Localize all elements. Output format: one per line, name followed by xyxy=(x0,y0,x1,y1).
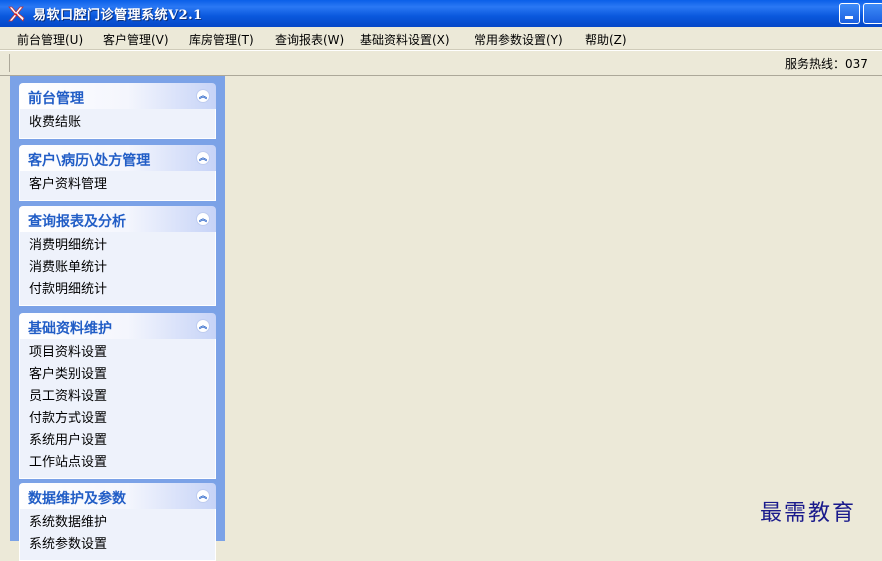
menu-basic-data[interactable]: 基础资料设置(X) xyxy=(360,30,450,49)
minimize-button[interactable] xyxy=(839,3,860,24)
panel-data-maintenance: 数据维护及参数 ︽ 系统数据维护 系统参数设置 xyxy=(19,483,216,561)
panel-title: 客户\病历\处方管理 xyxy=(28,153,151,169)
panel-basic-data: 基础资料维护 ︽ 项目资料设置 客户类别设置 员工资料设置 付款方式设置 系统用… xyxy=(19,313,216,479)
link-consumption-bill[interactable]: 消费账单统计 xyxy=(20,257,215,279)
panel-header[interactable]: 基础资料维护 ︽ xyxy=(19,313,216,339)
link-data-maintenance[interactable]: 系统数据维护 xyxy=(20,512,215,534)
panel-body: 收费结账 xyxy=(19,109,216,139)
panel-reports: 查询报表及分析 ︽ 消费明细统计 消费账单统计 付款明细统计 xyxy=(19,206,216,306)
menu-help[interactable]: 帮助(Z) xyxy=(585,30,627,49)
panel-body: 客户资料管理 xyxy=(19,171,216,201)
panel-title: 数据维护及参数 xyxy=(28,491,126,507)
panel-header[interactable]: 前台管理 ︽ xyxy=(19,83,216,109)
panel-header[interactable]: 客户\病历\处方管理 ︽ xyxy=(19,145,216,171)
menu-warehouse[interactable]: 库房管理(T) xyxy=(189,30,254,49)
link-staff-settings[interactable]: 员工资料设置 xyxy=(20,386,215,408)
menu-front-desk[interactable]: 前台管理(U) xyxy=(17,30,83,49)
panel-body: 系统数据维护 系统参数设置 xyxy=(19,509,216,561)
menu-reports[interactable]: 查询报表(W) xyxy=(275,30,344,49)
link-consumption-detail[interactable]: 消费明细统计 xyxy=(20,235,215,257)
double-chevron-up-icon[interactable]: ︽ xyxy=(196,212,210,226)
double-chevron-up-icon[interactable]: ︽ xyxy=(196,89,210,103)
panel-title: 前台管理 xyxy=(28,91,84,107)
panel-header[interactable]: 查询报表及分析 ︽ xyxy=(19,206,216,232)
main-workspace[interactable] xyxy=(225,76,882,541)
watermark: 最需教育 xyxy=(760,501,857,526)
link-checkout[interactable]: 收费结账 xyxy=(20,112,215,134)
toolbar: 服务热线：037 xyxy=(0,50,882,76)
menu-customer[interactable]: 客户管理(V) xyxy=(103,30,169,49)
link-system-users[interactable]: 系统用户设置 xyxy=(20,430,215,452)
link-system-parameters[interactable]: 系统参数设置 xyxy=(20,534,215,556)
maximize-button[interactable] xyxy=(863,3,882,24)
link-workstation[interactable]: 工作站点设置 xyxy=(20,452,215,474)
link-payment-method[interactable]: 付款方式设置 xyxy=(20,408,215,430)
link-customer-data[interactable]: 客户资料管理 xyxy=(20,174,215,196)
double-chevron-up-icon[interactable]: ︽ xyxy=(196,319,210,333)
panel-front-desk: 前台管理 ︽ 收费结账 xyxy=(19,83,216,139)
panel-title: 基础资料维护 xyxy=(28,321,112,337)
menu-parameters[interactable]: 常用参数设置(Y) xyxy=(474,30,563,49)
panel-title: 查询报表及分析 xyxy=(28,214,126,230)
toolbar-grip[interactable] xyxy=(0,54,10,72)
sidebar: 前台管理 ︽ 收费结账 客户\病历\处方管理 ︽ 客户资料管理 查询报表及分析 … xyxy=(10,76,225,561)
link-customer-category[interactable]: 客户类别设置 xyxy=(20,364,215,386)
link-item-settings[interactable]: 项目资料设置 xyxy=(20,342,215,364)
window-title: 易软口腔门诊管理系统V2.1 xyxy=(33,8,203,23)
panel-body: 项目资料设置 客户类别设置 员工资料设置 付款方式设置 系统用户设置 工作站点设… xyxy=(19,339,216,479)
double-chevron-up-icon[interactable]: ︽ xyxy=(196,489,210,503)
app-tooth-icon xyxy=(6,4,26,24)
panel-customer-records: 客户\病历\处方管理 ︽ 客户资料管理 xyxy=(19,145,216,201)
panel-body: 消费明细统计 消费账单统计 付款明细统计 xyxy=(19,232,216,306)
title-bar[interactable]: 易软口腔门诊管理系统V2.1 xyxy=(0,0,882,27)
double-chevron-up-icon[interactable]: ︽ xyxy=(196,151,210,165)
panel-header[interactable]: 数据维护及参数 ︽ xyxy=(19,483,216,509)
menu-bar: 前台管理(U) 客户管理(V) 库房管理(T) 查询报表(W) 基础资料设置(X… xyxy=(0,27,882,50)
service-hotline: 服务热线：037 xyxy=(785,57,868,71)
link-payment-detail[interactable]: 付款明细统计 xyxy=(20,279,215,301)
